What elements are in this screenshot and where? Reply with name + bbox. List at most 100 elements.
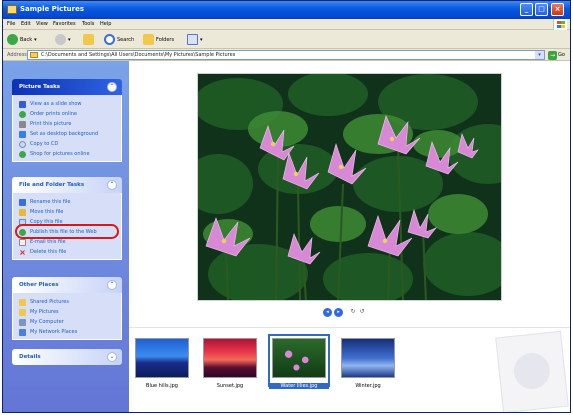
rotate-clockwise-icon[interactable]: ↻ <box>349 308 357 316</box>
folder-icon <box>7 5 17 14</box>
panel-title: Details <box>19 354 41 360</box>
delete-icon: × <box>19 247 26 257</box>
up-folder-button[interactable] <box>83 33 94 46</box>
slideshow-icon <box>19 100 26 108</box>
task-copy-cd[interactable]: Copy to CD <box>13 139 121 149</box>
menu-tools[interactable]: Tools <box>82 21 94 27</box>
views-button[interactable]: ▾ <box>187 33 203 46</box>
task-publish-web[interactable]: Publish this file to the Web <box>13 224 121 239</box>
place-my-pictures[interactable]: My Pictures <box>13 307 121 317</box>
up-folder-icon <box>83 34 94 45</box>
filmstrip: Blue hills.jpg Sunset.jpg Water lilies.j… <box>129 327 570 412</box>
computer-icon <box>19 318 26 326</box>
search-button[interactable]: Search <box>104 33 134 46</box>
folders-button[interactable]: Folders <box>143 33 174 46</box>
thumbnail-label: Sunset.jpg <box>216 383 244 389</box>
forward-button[interactable]: ▾ <box>55 33 71 46</box>
thumbnail-label: Blue hills.jpg <box>146 383 178 389</box>
folders-icon <box>143 34 154 45</box>
task-shop[interactable]: Shop for pictures online <box>13 149 121 159</box>
toolbar: Back ▾ ▾ Search Folders ▾ <box>3 30 570 49</box>
task-print[interactable]: Print this picture <box>13 119 121 129</box>
close-button[interactable]: × <box>551 3 564 16</box>
collapse-icon[interactable]: ⌃ <box>107 180 117 190</box>
desktop-icon <box>19 130 26 138</box>
task-set-background[interactable]: Set as desktop background <box>13 129 121 139</box>
task-delete[interactable]: × Delete this file <box>13 247 121 257</box>
task-slideshow[interactable]: View as a slide show <box>13 99 121 109</box>
menu-favorites[interactable]: Favorites <box>53 21 76 27</box>
thumbnail-image <box>341 338 395 378</box>
views-icon <box>187 34 198 45</box>
folder-icon <box>19 308 26 316</box>
place-my-computer[interactable]: My Computer <box>13 317 121 327</box>
back-button[interactable]: Back ▾ <box>7 33 37 46</box>
picture-tasks-panel: Picture Tasks ⌃ View as a slide show Ord… <box>12 79 122 162</box>
chevron-down-icon[interactable]: ▾ <box>535 51 544 59</box>
email-icon <box>19 238 26 246</box>
task-order-prints[interactable]: Order prints online <box>13 109 121 119</box>
address-path: C:\Documents and Settings\All Users\Docu… <box>41 52 236 58</box>
network-icon <box>19 328 26 336</box>
windows-logo-icon <box>553 19 567 30</box>
explorer-window: Sample Pictures _ □ × File Edit View Fav… <box>2 0 571 413</box>
chevron-down-icon: ▾ <box>34 36 37 43</box>
water-lilies-photo <box>198 74 501 300</box>
task-pane: Picture Tasks ⌃ View as a slide show Ord… <box>3 61 129 412</box>
place-network[interactable]: My Network Places <box>13 327 121 337</box>
menu-help[interactable]: Help <box>100 21 111 27</box>
thumbnail-water-lilies[interactable] <box>268 334 330 387</box>
next-image-icon[interactable]: ▸ <box>334 308 343 317</box>
address-field[interactable]: C:\Documents and Settings\All Users\Docu… <box>27 50 545 60</box>
go-arrow-icon: → <box>548 50 557 60</box>
folder-icon <box>30 52 38 58</box>
thumbnail-image <box>203 338 257 378</box>
shop-icon <box>19 150 26 158</box>
minimize-button[interactable]: _ <box>520 3 533 16</box>
other-places-header[interactable]: Other Places ⌃ <box>12 277 122 293</box>
title-bar[interactable]: Sample Pictures _ □ × <box>3 1 570 19</box>
thumbnail-sunset[interactable] <box>203 338 257 383</box>
menu-view[interactable]: View <box>36 21 48 27</box>
folder-icon <box>19 298 26 306</box>
details-panel: Details ⌄ <box>12 349 122 365</box>
cd-icon <box>19 140 26 148</box>
order-prints-icon <box>19 110 26 118</box>
menu-bar: File Edit View Favorites Tools Help <box>3 19 570 30</box>
picture-tasks-header[interactable]: Picture Tasks ⌃ <box>12 79 122 95</box>
thumbnail-image <box>272 338 326 378</box>
window-title: Sample Pictures <box>20 5 85 13</box>
back-arrow-icon <box>7 34 18 45</box>
collapse-icon[interactable]: ⌃ <box>107 82 117 92</box>
panel-title: Picture Tasks <box>19 84 61 90</box>
rename-icon <box>19 198 26 206</box>
panel-body: Shared Pictures My Pictures My Computer … <box>12 293 122 340</box>
thumbnail-winter[interactable] <box>341 338 395 383</box>
panel-body: View as a slide show Order prints online… <box>12 95 122 162</box>
place-shared-pictures[interactable]: Shared Pictures <box>13 297 121 307</box>
panel-title: Other Places <box>19 282 59 288</box>
rotate-counterclockwise-icon[interactable]: ↺ <box>358 308 366 316</box>
task-rename[interactable]: Rename this file <box>13 197 121 207</box>
maximize-button[interactable]: □ <box>535 3 548 16</box>
address-bar: Address C:\Documents and Settings\All Us… <box>3 49 570 61</box>
details-header[interactable]: Details ⌄ <box>12 349 122 365</box>
previous-image-icon[interactable]: ◂ <box>323 308 332 317</box>
menu-edit[interactable]: Edit <box>21 21 31 27</box>
expand-icon[interactable]: ⌄ <box>107 352 117 362</box>
thumbnail-blue-hills[interactable] <box>135 338 189 383</box>
picture-preview <box>197 73 502 301</box>
task-move[interactable]: Move this file <box>13 207 121 217</box>
thumbnail-image <box>135 338 189 378</box>
task-email[interactable]: E-mail this file <box>13 237 121 247</box>
menu-file[interactable]: File <box>7 21 15 27</box>
chevron-down-icon: ▾ <box>68 36 71 43</box>
address-label: Address <box>7 52 27 58</box>
collapse-icon[interactable]: ⌃ <box>107 280 117 290</box>
forward-arrow-icon <box>55 34 66 45</box>
file-folder-tasks-header[interactable]: File and Folder Tasks ⌃ <box>12 177 122 193</box>
search-icon <box>104 34 115 45</box>
go-button[interactable]: → Go <box>548 50 568 60</box>
panel-body: Rename this file Move this file Copy thi… <box>12 193 122 260</box>
printer-icon <box>19 120 26 128</box>
